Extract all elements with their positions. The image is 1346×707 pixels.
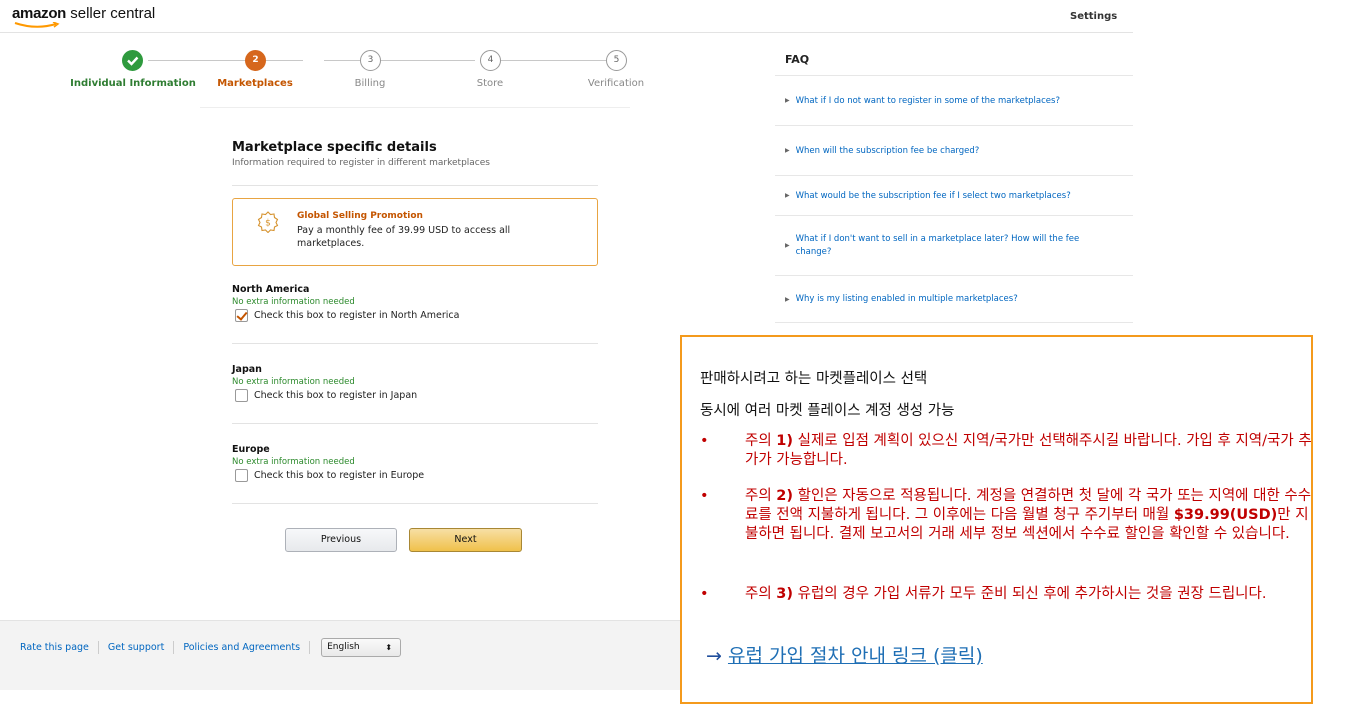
- region-name: Europe: [232, 444, 270, 455]
- step-connector: [148, 60, 303, 61]
- select-arrows-icon: ⬍: [385, 643, 393, 652]
- north-america-checkbox[interactable]: [235, 309, 248, 322]
- language-select[interactable]: English ⬍: [321, 638, 402, 657]
- region-note: No extra information needed: [232, 377, 355, 387]
- checkbox-label[interactable]: Check this box to register in Europe: [254, 470, 424, 481]
- north-america-checkbox-row[interactable]: Check this box to register in North Amer…: [232, 309, 598, 322]
- bullet-text: 실제로 입점 계획이 있으신 지역/국가만 선택해주시길 바랍니다. 가입 후 …: [745, 433, 1312, 468]
- step-label-billing: Billing: [354, 78, 386, 89]
- amazon-seller-central-logo[interactable]: amazon seller central: [12, 5, 156, 28]
- bullet-icon: •: [700, 488, 709, 504]
- step-4-circle: 4: [480, 50, 501, 71]
- faq-item[interactable]: ▶ What would be the subscription fee if I…: [775, 175, 1133, 215]
- region-north-america: North America No extra information neede…: [232, 284, 598, 322]
- faq-question[interactable]: What if I do not want to register in som…: [796, 96, 1060, 106]
- step-connector: [501, 60, 606, 61]
- smile-icon: [14, 22, 60, 28]
- language-value: English: [327, 642, 360, 652]
- korean-guide-callout: 판매하시려고 하는 마켓플레이스 선택 동시에 여러 마켓 플레이스 계정 생성…: [680, 335, 1313, 704]
- region-name: Japan: [232, 364, 262, 375]
- step-1-check-icon: [122, 50, 143, 71]
- divider: [232, 423, 598, 424]
- checkbox-label[interactable]: Check this box to register in North Amer…: [254, 310, 459, 321]
- arrow-right-icon: →: [706, 645, 722, 667]
- stepper-divider: [200, 107, 630, 108]
- region-japan: Japan No extra information needed Check …: [232, 364, 598, 402]
- divider: [232, 503, 598, 504]
- faq-question[interactable]: What if I don't want to sell in a market…: [796, 233, 1116, 259]
- caret-right-icon: ▶: [785, 147, 790, 154]
- step-5-circle: 5: [606, 50, 627, 71]
- japan-checkbox[interactable]: [235, 389, 248, 402]
- registration-stepper: 2 3 4 5 Individual Information Marketpla…: [60, 48, 670, 98]
- europe-guide-link-row[interactable]: → 유럽 가입 절차 안내 링크 (클릭): [706, 641, 983, 668]
- promotion-badge-icon: $: [257, 211, 279, 233]
- get-support-link[interactable]: Get support: [108, 642, 164, 653]
- page-footer: Rate this page Get support Policies and …: [0, 620, 680, 690]
- step-label-individual-information: Individual Information: [70, 78, 196, 89]
- bullet-prefix: 주의: [745, 488, 777, 504]
- guide-bullet-3: • 주의 3) 유럽의 경우 가입 서류가 모두 준비 되신 후에 추가하시는 …: [700, 585, 1300, 625]
- faq-item[interactable]: ▶ What if I do not want to register in so…: [775, 75, 1133, 125]
- caret-right-icon: ▶: [785, 97, 790, 104]
- bullet-icon: •: [700, 586, 709, 602]
- bullet-prefix: 주의: [745, 433, 777, 449]
- logo-rest: seller central: [70, 5, 156, 22]
- europe-checkbox[interactable]: [235, 469, 248, 482]
- promotion-text: Pay a monthly fee of 39.99 USD to access…: [297, 225, 511, 249]
- faq-item[interactable]: ▶ When will the subscription fee be charg…: [775, 125, 1133, 175]
- form-subtitle: Information required to register in diff…: [232, 158, 490, 168]
- checkbox-label[interactable]: Check this box to register in Japan: [254, 390, 417, 401]
- faq-item[interactable]: ▶ Why is my listing enabled in multiple m…: [775, 275, 1133, 323]
- bullet-number: 1): [776, 433, 794, 449]
- region-note: No extra information needed: [232, 297, 355, 307]
- guide-bullet-1: • 주의 1) 실제로 입점 계획이 있으신 지역/국가만 선택해주시길 바랍니…: [700, 432, 1312, 472]
- divider: [232, 343, 598, 344]
- marketplace-form-header: Marketplace specific details Information…: [232, 140, 598, 168]
- step-label-verification: Verification: [587, 78, 645, 89]
- faq-question[interactable]: What would be the subscription fee if I …: [796, 191, 1071, 201]
- faq-item[interactable]: ▶ What if I don't want to sell in a marke…: [775, 215, 1133, 275]
- caret-right-icon: ▶: [785, 242, 790, 249]
- europe-checkbox-row[interactable]: Check this box to register in Europe: [232, 469, 598, 482]
- caret-right-icon: ▶: [785, 192, 790, 199]
- global-selling-promotion-box: $ Global Selling Promotion Pay a monthly…: [232, 198, 598, 266]
- region-note: No extra information needed: [232, 457, 355, 467]
- step-connector: [405, 60, 475, 61]
- previous-button[interactable]: Previous: [285, 528, 397, 552]
- fee-amount: $39.99(USD): [1173, 507, 1278, 523]
- step-label-store: Store: [476, 78, 504, 89]
- guide-line-2: 동시에 여러 마켓 플레이스 계정 생성 가능: [700, 403, 955, 419]
- europe-registration-guide-link[interactable]: 유럽 가입 절차 안내 링크 (클릭): [728, 645, 983, 667]
- rate-this-page-link[interactable]: Rate this page: [20, 642, 89, 653]
- divider: [232, 185, 598, 186]
- footer-separator: [97, 641, 99, 654]
- step-3-circle: 3: [360, 50, 381, 71]
- policies-and-agreements-link[interactable]: Policies and Agreements: [183, 642, 300, 653]
- logo-brand: amazon: [12, 5, 67, 22]
- promotion-title: Global Selling Promotion: [297, 211, 423, 221]
- bullet-number: 2): [776, 488, 794, 504]
- guide-bullet-2: • 주의 2) 할인은 자동으로 적용됩니다. 계정을 연결하면 첫 달에 각 …: [700, 487, 1311, 567]
- region-europe: Europe No extra information needed Check…: [232, 444, 598, 482]
- settings-link[interactable]: Settings: [1070, 11, 1117, 22]
- caret-right-icon: ▶: [785, 295, 790, 303]
- top-bar: amazon seller central Settings: [0, 0, 1133, 33]
- faq-question[interactable]: When will the subscription fee be charge…: [796, 146, 980, 156]
- bullet-icon: •: [700, 433, 709, 449]
- form-title: Marketplace specific details: [232, 140, 437, 155]
- step-2-circle: 2: [245, 50, 266, 71]
- faq-question[interactable]: Why is my listing enabled in multiple ma…: [796, 294, 1018, 304]
- bullet-text: 유럽의 경우 가입 서류가 모두 준비 되신 후에 추가하시는 것을 권장 드립…: [793, 586, 1267, 602]
- next-button[interactable]: Next: [409, 528, 522, 552]
- bullet-number: 3): [776, 586, 794, 602]
- svg-text:$: $: [265, 219, 271, 229]
- faq-title: FAQ: [785, 53, 810, 66]
- japan-checkbox-row[interactable]: Check this box to register in Japan: [232, 389, 598, 402]
- region-name: North America: [232, 284, 310, 295]
- footer-separator: [309, 641, 311, 654]
- bullet-prefix: 주의: [745, 586, 777, 602]
- guide-line-1: 판매하시려고 하는 마켓플레이스 선택: [700, 371, 928, 387]
- footer-separator: [173, 641, 175, 654]
